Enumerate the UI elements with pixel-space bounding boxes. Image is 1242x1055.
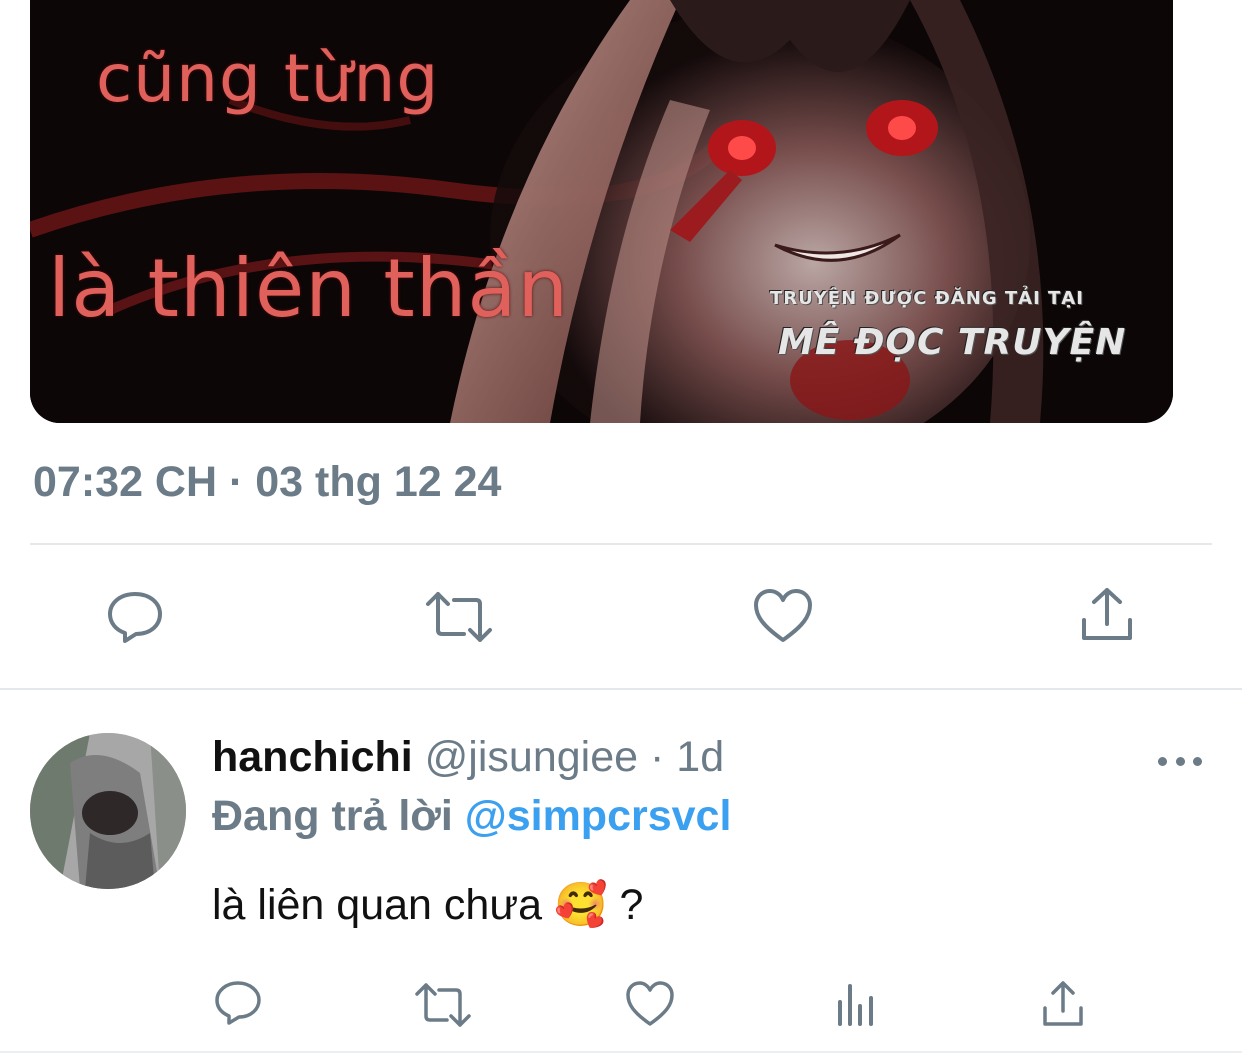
- tweet-reply-button[interactable]: [104, 588, 166, 646]
- reply-retweet-button[interactable]: [414, 982, 472, 1028]
- reply-handle[interactable]: @jisungiee: [425, 733, 638, 781]
- tweet-media-image[interactable]: cũng từng là thiên thần TRUYỆN ĐƯỢC ĐĂNG…: [30, 0, 1173, 423]
- reply-like-button[interactable]: [625, 980, 675, 1028]
- more-icon: [1158, 756, 1167, 766]
- like-icon: [754, 589, 812, 642]
- reply-reply-button[interactable]: [214, 980, 262, 1026]
- reply-display-name[interactable]: hanchichi: [212, 733, 413, 781]
- reply-share-button[interactable]: [1042, 980, 1084, 1028]
- reply-icon: [108, 592, 162, 643]
- reply-text: là liên quan chưa 🥰 ?: [212, 881, 644, 929]
- divider: [30, 543, 1212, 545]
- replying-to-label: Đang trả lời: [212, 792, 453, 840]
- tweet-timestamp[interactable]: 07:32 CH · 03 thg 12 24: [33, 458, 501, 507]
- divider: [0, 1051, 1242, 1053]
- divider: [0, 688, 1242, 690]
- reply-header: hanchichi @jisungiee · 1d: [212, 733, 724, 782]
- tweet-retweet-button[interactable]: [424, 590, 494, 644]
- reply-separator: ·: [650, 733, 665, 781]
- more-icon: [1193, 756, 1202, 766]
- share-icon: [1043, 981, 1083, 1026]
- more-icon: [1175, 756, 1185, 766]
- media-watermark-bottom: MÊ ĐỌC TRUYỆN: [778, 322, 1127, 363]
- reply-analytics-button[interactable]: [835, 982, 877, 1026]
- replying-to-handle[interactable]: @simpcrsvcl: [465, 792, 732, 840]
- replying-to: Đang trả lời @simpcrsvcl: [212, 792, 731, 841]
- reply-age[interactable]: 1d: [676, 733, 724, 781]
- media-caption-line-2: là thiên thần: [48, 242, 570, 335]
- retweet-icon: [426, 592, 492, 642]
- media-watermark-top: TRUYỆN ĐƯỢC ĐĂNG TẢI TẠI: [770, 288, 1084, 309]
- share-icon: [1082, 588, 1132, 640]
- retweet-icon: [415, 983, 471, 1027]
- tweet-share-button[interactable]: [1080, 586, 1134, 644]
- like-icon: [626, 981, 674, 1026]
- media-caption-line-1: cũng từng: [96, 40, 440, 117]
- reply-avatar[interactable]: [30, 733, 186, 889]
- tweet-like-button[interactable]: [753, 588, 813, 644]
- analytics-icon: [838, 984, 873, 1026]
- avatar-photo: [30, 733, 186, 889]
- reply-icon: [215, 981, 261, 1025]
- reply-more-button[interactable]: [1158, 748, 1202, 774]
